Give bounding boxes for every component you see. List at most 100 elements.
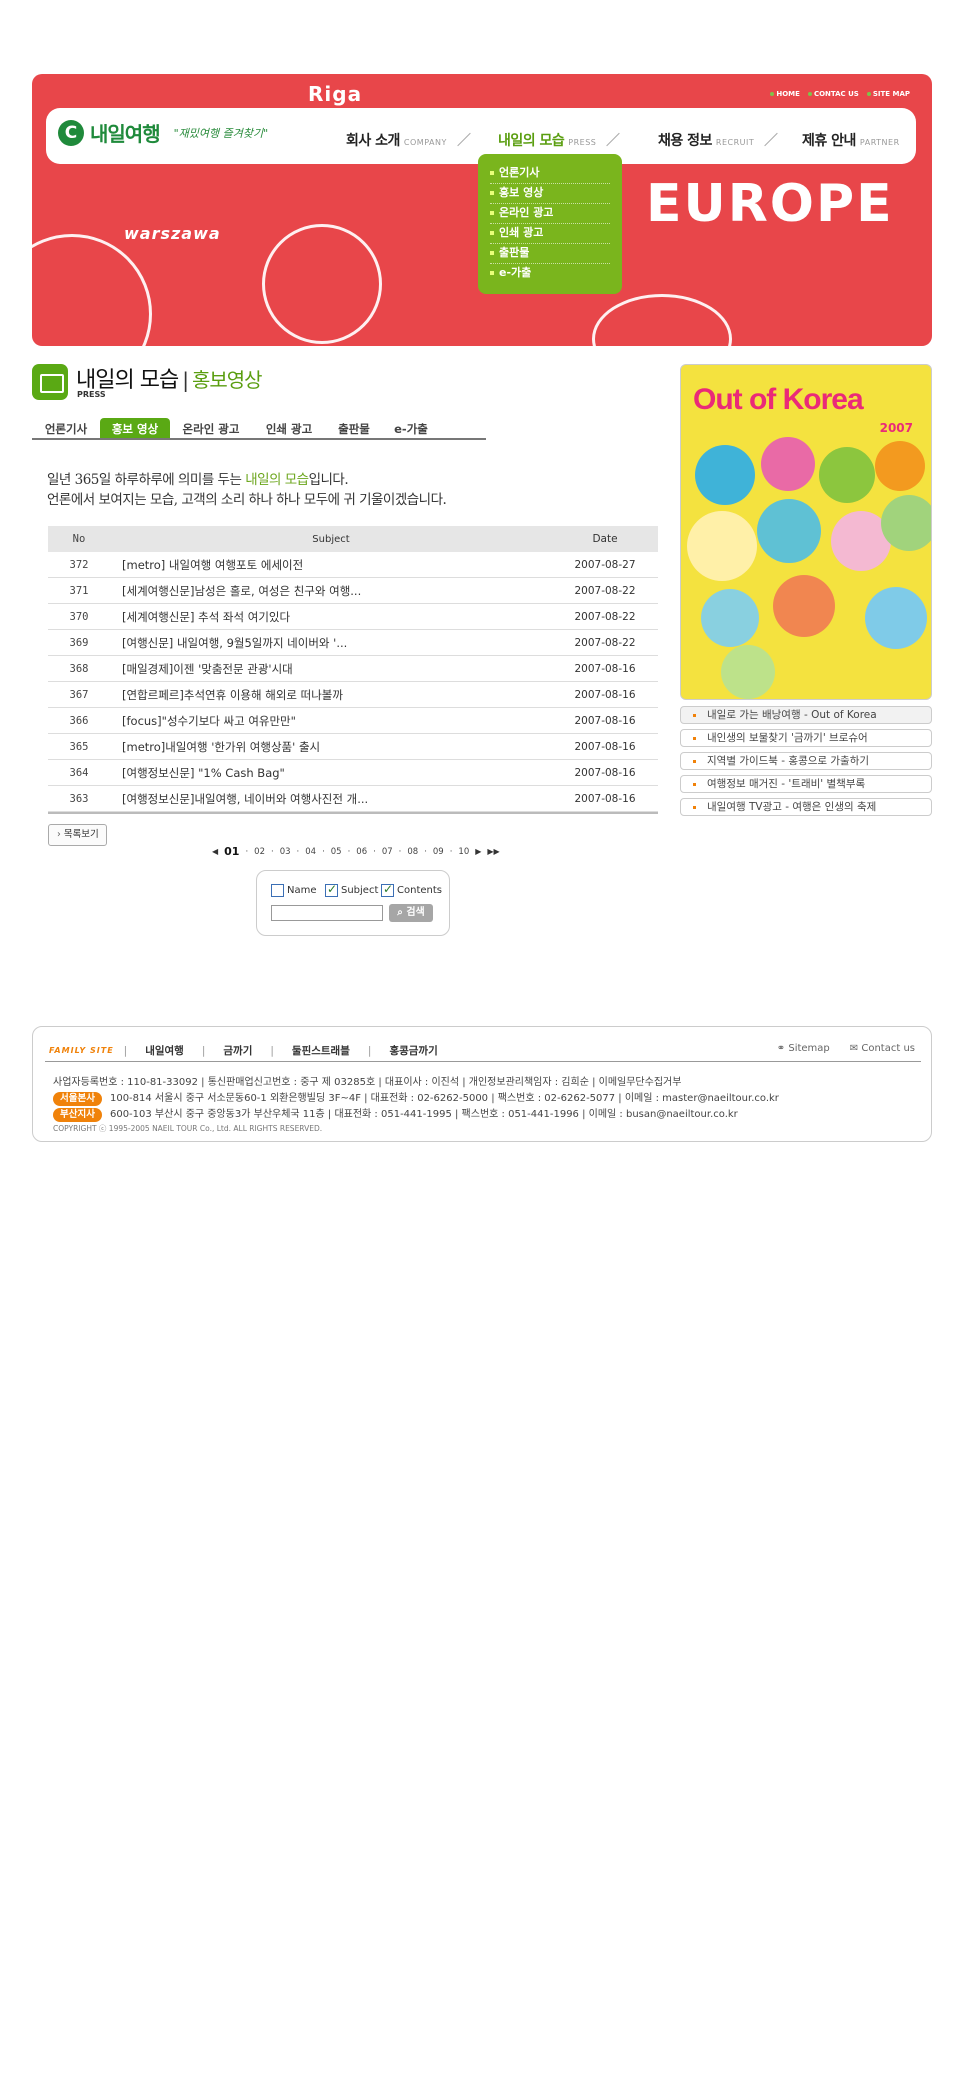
press-table: No Subject Date 372 [metro] 내일여행 여행포토 에세이… <box>48 526 658 814</box>
sitemap-icon: ⚭ <box>776 1043 786 1054</box>
row-no: 365 <box>69 740 89 753</box>
row-subject-link[interactable]: [metro] 내일여행 여행포토 에세이전 <box>110 557 552 573</box>
gnav-label: 채용 정보 <box>658 133 712 149</box>
site-logo[interactable]: C 내일여행 "재밌여행 즐겨찾기" <box>58 118 268 147</box>
row-date: 2007-08-16 <box>574 662 636 675</box>
checkbox-label: Name <box>287 885 317 896</box>
row-subject-link[interactable]: [세계여행신문] 추석 좌석 여기있다 <box>110 609 552 625</box>
last-page-icon[interactable]: ▶▶ <box>487 847 499 856</box>
family-link[interactable]: 내일여행 <box>145 1043 184 1058</box>
search-button[interactable]: ⌕ 검색 <box>389 904 433 922</box>
row-date: 2007-08-16 <box>574 792 636 805</box>
sitemap-link[interactable]: ⚭ Sitemap <box>777 1043 830 1054</box>
table-row[interactable]: 368 [매일경제]이젠 '맞춤전문 관광'시대 2007-08-16 <box>48 656 658 682</box>
table-row[interactable]: 371 [세계여행신문]남성은 홀로, 여성은 친구와 여행... 2007-08-… <box>48 578 658 604</box>
divider: | <box>201 1044 206 1057</box>
promo-poster[interactable]: Out of Korea 2007 <box>680 364 932 700</box>
gnav-recruit[interactable]: 채용 정보 RECRUIT <box>658 130 780 150</box>
page-sep: · <box>245 846 249 857</box>
row-no: 364 <box>69 766 89 779</box>
envelope-icon: ✉ <box>849 1043 859 1054</box>
row-date: 2007-08-22 <box>574 610 636 623</box>
tab-print-ad[interactable]: 인쇄 광고 <box>252 418 326 438</box>
util-contact-link[interactable]: CONTAC US <box>808 90 859 98</box>
table-row[interactable]: 364 [여행정보신문] "1% Cash Bag" 2007-08-16 <box>48 760 658 786</box>
poster-circle <box>773 575 835 637</box>
next-page-icon[interactable]: ▶ <box>475 847 481 856</box>
busan-info: 부산지사 600-103 부산시 중구 중앙동3가 부산우체국 11층 | 대표전… <box>53 1105 738 1122</box>
promo-link-geumkkagi[interactable]: 내인생의 보물찾기 '금까기' 브로슈어 <box>680 729 932 747</box>
table-row[interactable]: 366 [focus]"성수기보다 싸고 여유만만" 2007-08-16 <box>48 708 658 734</box>
prev-page-icon[interactable]: ◀ <box>212 847 218 856</box>
submenu-item-print-ad[interactable]: 인쇄 광고 <box>490 224 610 244</box>
tab-news[interactable]: 언론기사 <box>32 418 100 438</box>
row-date: 2007-08-16 <box>574 766 636 779</box>
tab-video[interactable]: 홍보 영상 <box>100 418 170 438</box>
promo-link-guidebook[interactable]: 지역별 가이드북 - 홍콩으로 가출하기 <box>680 752 932 770</box>
row-subject-link[interactable]: [매일경제]이젠 '맞춤전문 관광'시대 <box>110 661 552 677</box>
logo-name: 내일여행 <box>90 122 161 146</box>
table-row[interactable]: 370 [세계여행신문] 추석 좌석 여기있다 2007-08-22 <box>48 604 658 630</box>
submenu-item-video[interactable]: 홍보 영상 <box>490 184 610 204</box>
page-sep: · <box>424 846 427 857</box>
page-link[interactable]: 05 <box>331 847 342 857</box>
submenu-item-online-ad[interactable]: 온라인 광고 <box>490 204 610 224</box>
page-link[interactable]: 04 <box>305 847 316 857</box>
table-row[interactable]: 367 [연합르페르]추석연휴 이용해 해외로 떠나볼까 2007-08-16 <box>48 682 658 708</box>
checkbox-checked-icon <box>381 882 394 897</box>
row-date: 2007-08-27 <box>574 558 636 571</box>
gnav-press[interactable]: 내일의 모습 PRESS <box>498 130 622 150</box>
promo-link-travie[interactable]: 여행정보 매거진 - '트래비' 별책부록 <box>680 775 932 793</box>
page-link[interactable]: 02 <box>254 847 265 857</box>
search-opt-contents[interactable]: Contents <box>381 882 442 897</box>
logo-slogan: "재밌여행 즐겨찾기" <box>173 126 269 140</box>
page-link[interactable]: 09 <box>433 847 444 857</box>
tab-online-ad[interactable]: 온라인 광고 <box>170 418 252 438</box>
footer: FAMILY SITE | 내일여행 | 금까기 | 둘핀스트래블 | 홍콩금까… <box>32 1026 932 1142</box>
poster-circle <box>875 441 925 491</box>
page-link[interactable]: 06 <box>356 847 367 857</box>
biz-info: 사업자등록번호 : 110-81-33092 | 통신판매업신고번호 : 중구 … <box>53 1077 682 1088</box>
poster-circle <box>701 589 759 647</box>
divider: | <box>367 1044 372 1057</box>
gnav-company[interactable]: 회사 소개 COMPANY <box>346 130 473 150</box>
page-link[interactable]: 03 <box>280 847 291 857</box>
row-subject-link[interactable]: [여행정보신문]내일여행, 네이버와 여행사진전 개... <box>110 791 552 807</box>
contact-link[interactable]: ✉ Contact us <box>850 1043 915 1054</box>
row-subject-link[interactable]: [연합르페르]추석연휴 이용해 해외로 떠나볼까 <box>110 687 552 703</box>
page-current[interactable]: 01 <box>224 845 239 858</box>
row-subject-link[interactable]: [여행신문] 내일여행, 9월5일까지 네이버와 '... <box>110 635 552 651</box>
page-link[interactable]: 07 <box>382 847 393 857</box>
poster-year: 2007 <box>879 421 913 435</box>
row-subject-link[interactable]: [metro]내일여행 '한가위 여행상품' 출시 <box>110 739 552 755</box>
row-date: 2007-08-16 <box>574 740 636 753</box>
submenu-item-egachul[interactable]: e-가출 <box>490 264 610 284</box>
family-link[interactable]: 둘핀스트래블 <box>292 1043 350 1058</box>
search-input[interactable] <box>271 905 383 921</box>
util-sitemap-link[interactable]: SITE MAP <box>867 90 910 98</box>
table-row[interactable]: 363 [여행정보신문]내일여행, 네이버와 여행사진전 개... 2007-08-… <box>48 786 658 812</box>
tab-egachul[interactable]: e-가출 <box>382 418 440 438</box>
family-link[interactable]: 홍콩금까기 <box>389 1043 437 1058</box>
row-subject-link[interactable]: [focus]"성수기보다 싸고 여유만만" <box>110 713 552 729</box>
util-home-link[interactable]: HOME <box>770 90 800 98</box>
search-opt-name[interactable]: Name <box>271 884 317 897</box>
page-subtitle: 홍보영상 <box>191 368 263 392</box>
promo-link-out-of-korea[interactable]: 내일로 가는 배낭여행 - Out of Korea <box>680 706 932 724</box>
submenu-item-news[interactable]: 언론기사 <box>490 164 610 184</box>
family-link[interactable]: 금까기 <box>223 1043 252 1058</box>
tab-publications[interactable]: 출판물 <box>326 418 382 438</box>
busan-address: 600-103 부산시 중구 중앙동3가 부산우체국 11층 | 대표전화 : … <box>109 1109 738 1120</box>
table-row[interactable]: 369 [여행신문] 내일여행, 9월5일까지 네이버와 '... 2007-08-… <box>48 630 658 656</box>
table-row[interactable]: 372 [metro] 내일여행 여행포토 에세이전 2007-08-27 <box>48 552 658 578</box>
submenu-item-publications[interactable]: 출판물 <box>490 244 610 264</box>
promo-link-tv-ad[interactable]: 내일여행 TV광고 - 여행은 인생의 축제 <box>680 798 932 816</box>
page-link[interactable]: 08 <box>407 847 418 857</box>
gnav-partner[interactable]: 제휴 안내 PARTNER <box>802 130 900 150</box>
row-subject-link[interactable]: [세계여행신문]남성은 홀로, 여성은 친구와 여행... <box>110 583 552 599</box>
page-link[interactable]: 10 <box>458 847 469 857</box>
table-row[interactable]: 365 [metro]내일여행 '한가위 여행상품' 출시 2007-08-16 <box>48 734 658 760</box>
search-opt-subject[interactable]: Subject <box>325 882 378 897</box>
row-subject-link[interactable]: [여행정보신문] "1% Cash Bag" <box>110 765 552 781</box>
list-button[interactable]: 목록보기 <box>48 824 107 846</box>
